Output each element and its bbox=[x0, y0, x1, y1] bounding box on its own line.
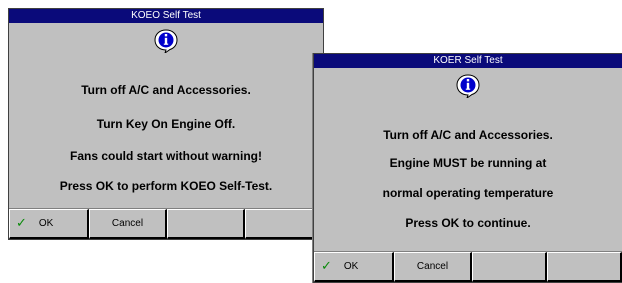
message-line-1: Turn off A/C and Accessories. bbox=[383, 128, 553, 142]
ok-button-label: OK bbox=[38, 218, 54, 229]
blank-button-1[interactable] bbox=[167, 209, 245, 239]
info-icon bbox=[456, 74, 480, 98]
message-line-1: Turn off A/C and Accessories. bbox=[81, 83, 251, 97]
message-line-3: Fans could start without warning! bbox=[70, 149, 262, 163]
message-line-2: Turn Key On Engine Off. bbox=[96, 117, 236, 131]
button-bar: ✓ OK Cancel bbox=[9, 208, 323, 239]
checkmark-icon: ✓ bbox=[321, 259, 332, 274]
blank-button-2[interactable] bbox=[547, 252, 622, 282]
koeo-self-test-dialog: KOEO Self Test Turn off A/C and Accessor… bbox=[8, 8, 324, 240]
ok-button[interactable]: ✓ OK bbox=[314, 252, 394, 282]
blank-button-2[interactable] bbox=[245, 209, 323, 239]
message-line-4: Press OK to perform KOEO Self-Test. bbox=[59, 179, 273, 193]
cancel-button[interactable]: Cancel bbox=[394, 252, 472, 282]
cancel-button-label: Cancel bbox=[111, 218, 144, 229]
message-line-2: Engine MUST be running at bbox=[389, 156, 547, 170]
cancel-button[interactable]: Cancel bbox=[89, 209, 167, 239]
button-bar: ✓ OK Cancel bbox=[314, 251, 622, 282]
dialog-title: KOEO Self Test bbox=[9, 9, 323, 23]
ok-button[interactable]: ✓ OK bbox=[9, 209, 89, 239]
cancel-button-label: Cancel bbox=[416, 261, 449, 272]
ok-button-label: OK bbox=[343, 261, 359, 272]
koer-self-test-dialog: KOER Self Test Turn off A/C and Accessor… bbox=[313, 53, 622, 283]
message-line-4: Press OK to continue. bbox=[405, 216, 531, 230]
dialog-title: KOER Self Test bbox=[314, 54, 622, 68]
checkmark-icon: ✓ bbox=[16, 216, 27, 231]
blank-button-1[interactable] bbox=[472, 252, 547, 282]
message-line-3: normal operating temperature bbox=[382, 186, 554, 200]
info-icon bbox=[154, 29, 178, 53]
